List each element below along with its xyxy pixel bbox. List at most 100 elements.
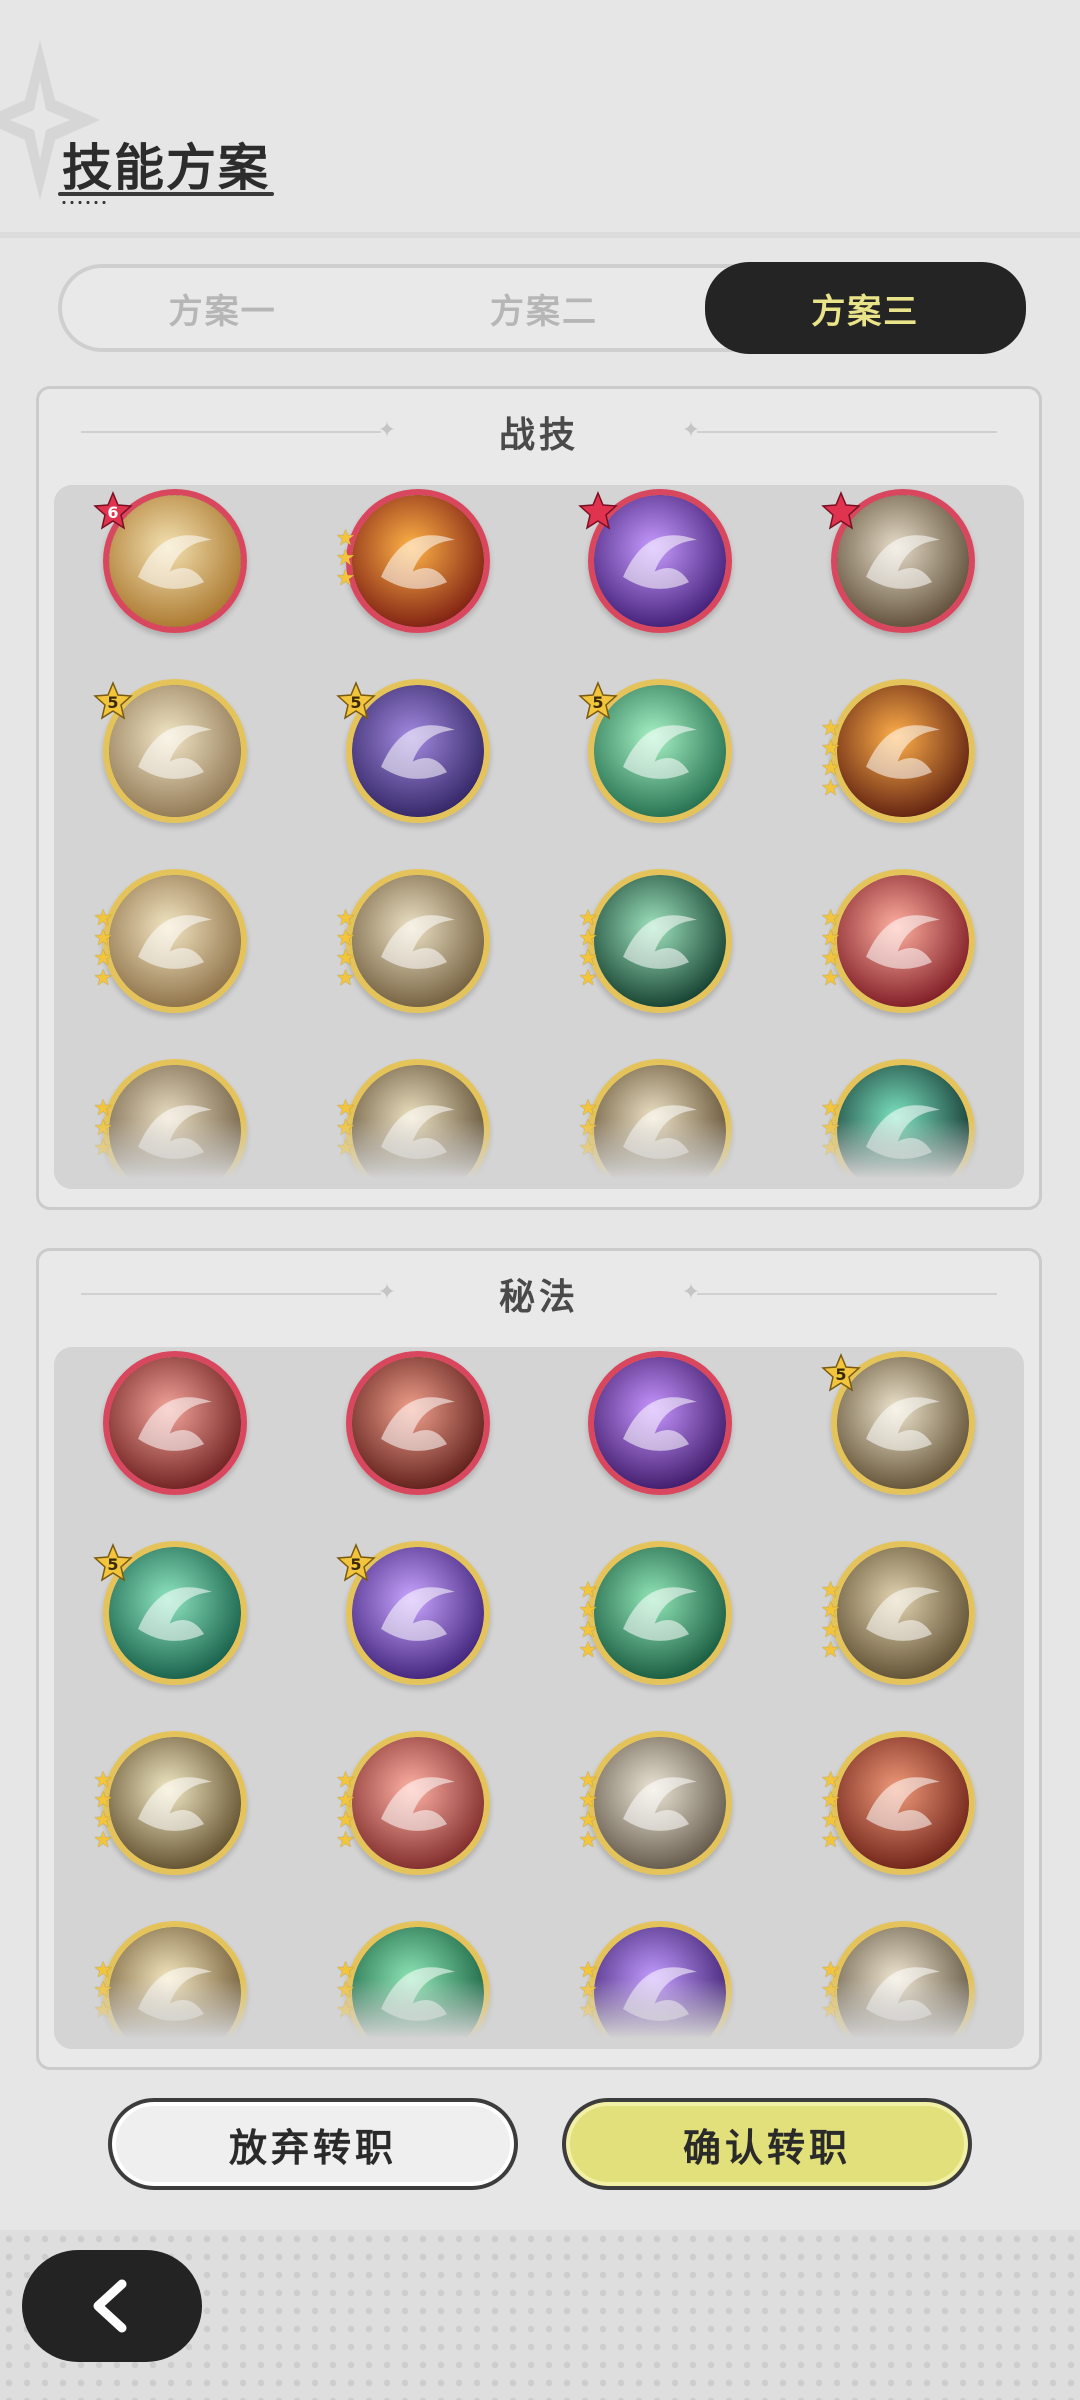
skill-slot[interactable] xyxy=(54,1351,297,1497)
back-button[interactable] xyxy=(22,2250,202,2362)
sparkle-icon: ✦ xyxy=(377,418,397,443)
skill-slot[interactable]: ★ ★ ★ ★ xyxy=(782,1541,1025,1687)
rank-badge: 5 xyxy=(93,1543,134,1582)
star-icon: ★ xyxy=(335,566,356,591)
star-rating: ★ ★ ★ ★ xyxy=(578,1580,602,1663)
web-icon xyxy=(830,1059,975,1189)
panel-header: ✦ 战技 ✦ xyxy=(39,389,1039,475)
skill-slot[interactable]: ★ ★ ★ ★ xyxy=(782,1731,1025,1877)
star-icon: ★ xyxy=(578,966,598,991)
star-icon: ★ xyxy=(820,1136,841,1161)
purple-flame-icon xyxy=(588,1351,733,1495)
title-dots xyxy=(60,201,108,204)
abandon-class-change-button[interactable]: 放弃转职 xyxy=(108,2098,518,2190)
star-icon: ★ xyxy=(820,966,841,991)
rank-badge xyxy=(578,491,619,530)
header-line-right xyxy=(697,431,997,433)
skill-slot[interactable]: 5 xyxy=(54,679,297,825)
page-title: 技能方案 xyxy=(62,139,270,197)
rank-badge: 6 xyxy=(93,491,134,530)
skill-slot[interactable] xyxy=(782,489,1025,635)
purple-wing-icon xyxy=(588,1921,733,2049)
skill-slot[interactable]: 5 xyxy=(54,1541,297,1687)
star-rating: ★ ★ ★ xyxy=(821,1960,845,2022)
spin-slash-icon xyxy=(345,869,490,1013)
skill-slot[interactable]: ★ ★ ★ ★ xyxy=(539,1731,782,1877)
crystal-burst-icon xyxy=(103,869,248,1013)
skill-slot[interactable]: ★ ★ ★ xyxy=(297,1921,540,2049)
sword-up-icon xyxy=(830,1921,975,2049)
skill-grid: 5 5 5 ★ ★ ★ ★ ★ ★ ★ ★ ★ ★ ★ ★ ★ ★ ★ ★ ★ ★ ★ ★ ★ ★ ★ ★ ★ ★ ★ ★ ★ ★ ★ ★ ★ ★ ★ ★ xyxy=(54,1347,1024,2049)
arcane-skills-panel: ✦ 秘法 ✦ 5 5 5 ★ ★ ★ ★ ★ ★ ★ ★ ★ ★ ★ ★ ★ ★ ★ ★ ★ ★ ★ ★ ★ ★ ★ ★ ★ ★ ★ ★ ★ ★… xyxy=(36,1248,1042,2070)
skill-slot[interactable] xyxy=(539,489,782,635)
blade-pierce-icon xyxy=(830,869,975,1013)
skill-slot[interactable]: ★ ★ ★ xyxy=(297,1059,540,1189)
armor-icon xyxy=(345,1351,490,1495)
rank-badge: 5 xyxy=(335,1543,376,1582)
rank-badge: 5 xyxy=(93,681,134,720)
confirm-class-change-button[interactable]: 确认转职 xyxy=(562,2098,972,2190)
skill-slot[interactable]: ★ ★ ★ ★ xyxy=(297,869,540,1015)
skill-slot[interactable]: ★ ★ ★ xyxy=(54,1921,297,2049)
star-rating: ★ ★ ★ ★ xyxy=(336,908,360,990)
skill-grid: 6 ★ ★ ★ 5 5 5 ★ ★ ★ ★ ★ ★ ★ ★ ★ ★ ★ ★ ★ ★ ★ ★ ★ ★ ★ ★ ★ ★ ★ ★ ★ ★ ★ ★ ★ ★ ★ ★ xyxy=(54,485,1024,1189)
star-icon: ★ xyxy=(93,1998,113,2023)
skill-slot[interactable]: ★ ★ ★ ★ xyxy=(54,869,297,1015)
skill-slot[interactable]: 5 xyxy=(297,1541,540,1687)
header-line-left xyxy=(81,1293,381,1295)
rank-badge: 5 xyxy=(335,681,376,720)
svg-text:6: 6 xyxy=(108,503,119,522)
skill-slot[interactable]: ★ ★ ★ xyxy=(539,1059,782,1189)
skill-slot[interactable] xyxy=(539,1351,782,1497)
svg-text:5: 5 xyxy=(835,1365,846,1384)
flame-ring-icon xyxy=(830,679,975,823)
skill-slot[interactable]: ★ ★ ★ xyxy=(539,1921,782,2049)
star-icon: ★ xyxy=(93,1136,113,1161)
star-icon: ★ xyxy=(578,1136,598,1161)
skill-slot[interactable]: ★ ★ ★ xyxy=(297,489,540,635)
tab-plan-1[interactable]: 方案一 xyxy=(62,268,383,348)
tab-plan-3[interactable]: 方案三 xyxy=(704,262,1026,354)
star-rating: ★ ★ ★ xyxy=(335,1960,360,2023)
panel-header: ✦ 秘法 ✦ xyxy=(39,1251,1039,1337)
header-line-left xyxy=(81,431,381,433)
rank-badge: 5 xyxy=(578,681,619,720)
skill-slot[interactable]: ★ ★ ★ ★ xyxy=(539,1541,782,1687)
sword-shield-icon xyxy=(588,1731,733,1875)
star-icon: ★ xyxy=(578,1998,598,2023)
skill-slot[interactable]: 6 xyxy=(54,489,297,635)
star-icon: ★ xyxy=(820,1828,841,1853)
star-icon: ★ xyxy=(335,1828,356,1853)
star-icon: ★ xyxy=(335,1136,356,1161)
star-icon: ★ xyxy=(335,1998,356,2023)
skill-slot[interactable]: ★ ★ ★ ★ xyxy=(54,1731,297,1877)
tab-plan-2[interactable]: 方案二 xyxy=(383,268,704,348)
skill-slot[interactable]: ★ ★ ★ ★ xyxy=(539,869,782,1015)
skill-slot[interactable]: 5 xyxy=(782,1351,1025,1497)
star-rating: ★ ★ ★ ★ xyxy=(820,1770,845,1853)
header-divider xyxy=(0,232,1080,238)
star-icon: ★ xyxy=(578,1638,598,1663)
svg-text:5: 5 xyxy=(593,693,604,712)
combat-skills-panel: ✦ 战技 ✦ 6 ★ ★ ★ 5 5 5 ★ ★ ★ ★ ★ ★ ★ ★ ★ ★ ★ ★ ★ ★ ★ ★ ★ ★ ★ ★ ★ ★ ★ ★ ★ ★… xyxy=(36,386,1042,1210)
skill-slot[interactable]: ★ ★ ★ ★ xyxy=(297,1731,540,1877)
star-icon: ★ xyxy=(578,1828,598,1853)
skill-grid-scroll[interactable]: 5 5 5 ★ ★ ★ ★ ★ ★ ★ ★ ★ ★ ★ ★ ★ ★ ★ ★ ★ ★ ★ ★ ★ ★ ★ ★ ★ ★ ★ ★ ★ ★ ★ ★ ★ ★ ★ ★ xyxy=(54,1347,1024,2049)
star-icon: ★ xyxy=(93,1828,113,1853)
skill-slot[interactable]: ★ ★ ★ ★ xyxy=(782,679,1025,825)
star-icon: ★ xyxy=(820,776,841,801)
skill-slot[interactable] xyxy=(297,1351,540,1497)
skill-slot[interactable]: 5 xyxy=(297,679,540,825)
skill-slot[interactable]: 5 xyxy=(539,679,782,825)
green-heart-icon xyxy=(345,1921,490,2049)
skill-slot[interactable]: ★ ★ ★ xyxy=(782,1059,1025,1189)
skill-slot[interactable]: ★ ★ ★ xyxy=(782,1921,1025,2049)
skill-grid-scroll[interactable]: 6 ★ ★ ★ 5 5 5 ★ ★ ★ ★ ★ ★ ★ ★ ★ ★ ★ ★ ★ ★ ★ ★ ★ ★ ★ ★ ★ ★ ★ ★ ★ ★ ★ ★ ★ ★ ★ ★ xyxy=(54,485,1024,1189)
rank-badge: 5 xyxy=(820,1353,861,1392)
skill-slot[interactable]: ★ ★ ★ xyxy=(54,1059,297,1189)
chevron-left-icon xyxy=(93,2279,127,2333)
vortex-icon xyxy=(103,1921,248,2049)
skill-slot[interactable]: ★ ★ ★ ★ xyxy=(782,869,1025,1015)
plan-tabs: 方案一 方案二 方案三 xyxy=(58,262,1026,354)
afterimage-icon xyxy=(103,1059,248,1189)
